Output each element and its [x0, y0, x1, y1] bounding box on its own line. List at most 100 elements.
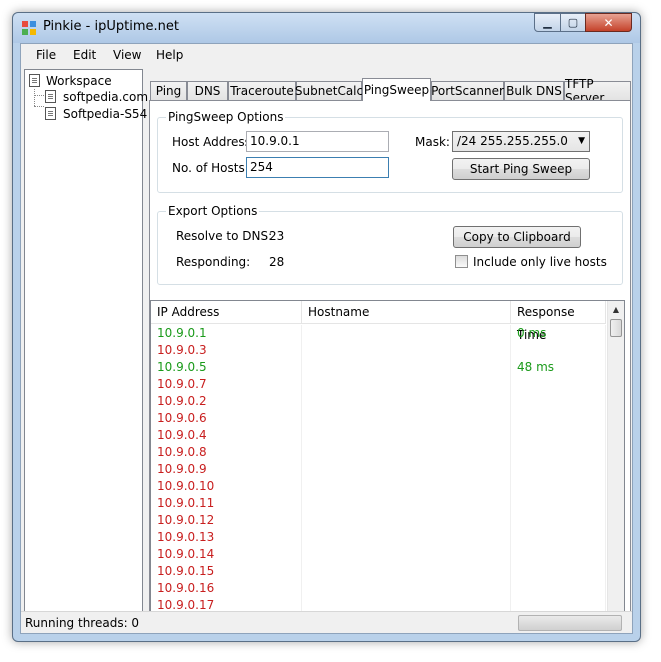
hostname-cell: [302, 580, 511, 597]
tab-bulk-dns[interactable]: Bulk DNS: [504, 81, 564, 100]
hostname-cell: [302, 410, 511, 427]
tool-tabs: Ping DNS Traceroute SubnetCalc PingSweep…: [149, 77, 631, 630]
tab-tftp-server[interactable]: TFTP Server: [564, 77, 631, 105]
response-time-cell: [511, 393, 606, 410]
hostname-cell: [302, 495, 511, 512]
table-row[interactable]: 10.9.0.9: [151, 461, 606, 478]
vertical-scrollbar[interactable]: ▲ ▼: [607, 301, 624, 629]
ip-address-cell: 10.9.0.10: [151, 478, 302, 495]
status-bar: Running threads: 0: [21, 611, 632, 633]
ip-address-cell: 10.9.0.16: [151, 580, 302, 597]
response-time-cell: [511, 410, 606, 427]
table-row[interactable]: 10.9.0.3: [151, 342, 606, 359]
window-title: Pinkie - ipUptime.net: [43, 19, 179, 34]
minimize-icon: ▁: [543, 16, 552, 29]
menu-help[interactable]: Help: [156, 48, 183, 62]
tree-item-host[interactable]: softpedia.com: [63, 90, 148, 104]
hostname-cell: [302, 546, 511, 563]
group-label: Export Options: [166, 204, 260, 218]
ip-address-cell: 10.9.0.4: [151, 427, 302, 444]
title-bar[interactable]: Pinkie - ipUptime.net ▁ ▢ ✕: [13, 13, 640, 43]
results-list[interactable]: IP Address Hostname Response Time 10.9.0…: [150, 300, 625, 630]
ip-address-cell: 10.9.0.13: [151, 529, 302, 546]
menu-edit[interactable]: Edit: [73, 48, 96, 62]
table-row[interactable]: 10.9.0.5 48 ms: [151, 359, 606, 376]
host-address-label: Host Address:: [172, 135, 255, 149]
hosts-count-input[interactable]: 254: [246, 157, 389, 178]
hosts-count-label: No. of Hosts:: [172, 161, 249, 175]
ip-address-cell: 10.9.0.8: [151, 444, 302, 461]
hostname-cell: [302, 393, 511, 410]
hostname-cell: [302, 359, 511, 376]
chevron-down-icon: ▼: [578, 136, 585, 146]
close-button[interactable]: ✕: [585, 13, 632, 32]
progress-bar: [518, 615, 622, 631]
hostname-cell: [302, 563, 511, 580]
ip-address-cell: 10.9.0.6: [151, 410, 302, 427]
tree-item-host[interactable]: Softpedia-S54: [63, 107, 147, 121]
tab-ping[interactable]: Ping: [150, 81, 187, 100]
tree-connector: [34, 89, 35, 106]
ip-address-cell: 10.9.0.15: [151, 563, 302, 580]
column-hostname[interactable]: Hostname: [302, 301, 511, 324]
app-icon: [22, 21, 36, 35]
table-row[interactable]: 10.9.0.4: [151, 427, 606, 444]
start-ping-sweep-button[interactable]: Start Ping Sweep: [452, 158, 590, 180]
hostname-cell: [302, 461, 511, 478]
host-address-input[interactable]: 10.9.0.1: [246, 131, 389, 152]
scroll-thumb[interactable]: [610, 319, 622, 337]
scroll-up-icon[interactable]: ▲: [608, 301, 624, 318]
copy-to-clipboard-button[interactable]: Copy to Clipboard: [453, 226, 581, 248]
resolve-dns-count: 23: [269, 229, 285, 243]
response-time-cell: [511, 563, 606, 580]
menu-bar: File Edit View Help: [21, 44, 632, 66]
include-live-hosts-checkbox[interactable]: [455, 255, 468, 268]
maximize-button[interactable]: ▢: [560, 13, 586, 32]
tab-traceroute[interactable]: Traceroute: [228, 81, 296, 100]
column-ip-address[interactable]: IP Address: [151, 301, 302, 324]
resolve-dns-label: Resolve to DNS:: [176, 229, 273, 243]
tree-root-workspace[interactable]: Workspace: [46, 74, 112, 88]
hostname-cell: [302, 427, 511, 444]
hostname-cell: [302, 325, 511, 342]
mask-value: /24 255.255.255.0: [457, 134, 568, 148]
column-response-time[interactable]: Response Time: [511, 301, 606, 342]
table-row[interactable]: 10.9.0.8: [151, 444, 606, 461]
table-row[interactable]: 10.9.0.11: [151, 495, 606, 512]
table-row[interactable]: 10.9.0.10: [151, 478, 606, 495]
table-row[interactable]: 10.9.0.12: [151, 512, 606, 529]
table-row[interactable]: 10.9.0.2: [151, 393, 606, 410]
table-row[interactable]: 10.9.0.14: [151, 546, 606, 563]
table-row[interactable]: 10.9.0.6: [151, 410, 606, 427]
table-row[interactable]: 10.9.0.15: [151, 563, 606, 580]
response-time-cell: [511, 512, 606, 529]
tab-dns[interactable]: DNS: [187, 81, 228, 100]
response-time-cell: [511, 427, 606, 444]
host-icon: [45, 107, 56, 120]
hostname-cell: [302, 342, 511, 359]
minimize-button[interactable]: ▁: [534, 13, 561, 32]
include-live-hosts-label[interactable]: Include only live hosts: [473, 255, 607, 269]
pingsweep-panel: PingSweep Options Host Address: 10.9.0.1…: [149, 100, 631, 630]
tab-pingsweep[interactable]: PingSweep: [362, 78, 431, 101]
hostname-cell: [302, 376, 511, 393]
close-icon: ✕: [603, 15, 614, 30]
menu-file[interactable]: File: [36, 48, 56, 62]
menu-view[interactable]: View: [113, 48, 141, 62]
table-row[interactable]: 10.9.0.16: [151, 580, 606, 597]
table-row[interactable]: 10.9.0.7: [151, 376, 606, 393]
tree-connector: [34, 95, 44, 96]
ip-address-cell: 10.9.0.9: [151, 461, 302, 478]
ip-address-cell: 10.9.0.12: [151, 512, 302, 529]
table-row[interactable]: 10.9.0.13: [151, 529, 606, 546]
tab-subnetcalc[interactable]: SubnetCalc: [295, 81, 363, 100]
table-row[interactable]: 10.9.0.1 0 ms: [151, 325, 606, 342]
app-window: Pinkie - ipUptime.net ▁ ▢ ✕ File Edit Vi…: [12, 12, 641, 642]
response-time-cell: [511, 546, 606, 563]
workspace-tree[interactable]: Workspace softpedia.com Softpedia-S54: [24, 69, 148, 622]
mask-select[interactable]: /24 255.255.255.0 ▼: [452, 131, 590, 152]
tab-portscanner[interactable]: PortScanner: [431, 81, 504, 100]
ip-address-cell: 10.9.0.7: [151, 376, 302, 393]
ip-address-cell: 10.9.0.5: [151, 359, 302, 376]
workspace-icon: [29, 74, 40, 87]
